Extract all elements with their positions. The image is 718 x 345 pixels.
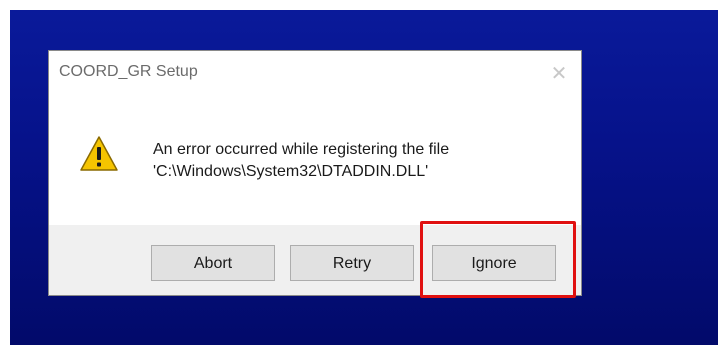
abort-button[interactable]: Abort bbox=[151, 245, 275, 281]
dialog-title: COORD_GR Setup bbox=[59, 63, 198, 80]
error-file-path: 'C:\Windows\System32\DTADDIN.DLL' bbox=[153, 163, 429, 180]
close-icon: ✕ bbox=[550, 61, 568, 85]
close-button[interactable]: ✕ bbox=[547, 61, 571, 85]
error-message: An error occurred while registering the … bbox=[153, 139, 449, 183]
retry-button[interactable]: Retry bbox=[290, 245, 414, 281]
dialog-content: An error occurred while registering the … bbox=[49, 95, 581, 225]
ignore-highlight-annotation bbox=[420, 221, 576, 298]
error-message-line: An error occurred while registering the … bbox=[153, 141, 450, 158]
dialog-titlebar: COORD_GR Setup ✕ bbox=[49, 51, 581, 95]
warning-icon bbox=[80, 136, 118, 171]
